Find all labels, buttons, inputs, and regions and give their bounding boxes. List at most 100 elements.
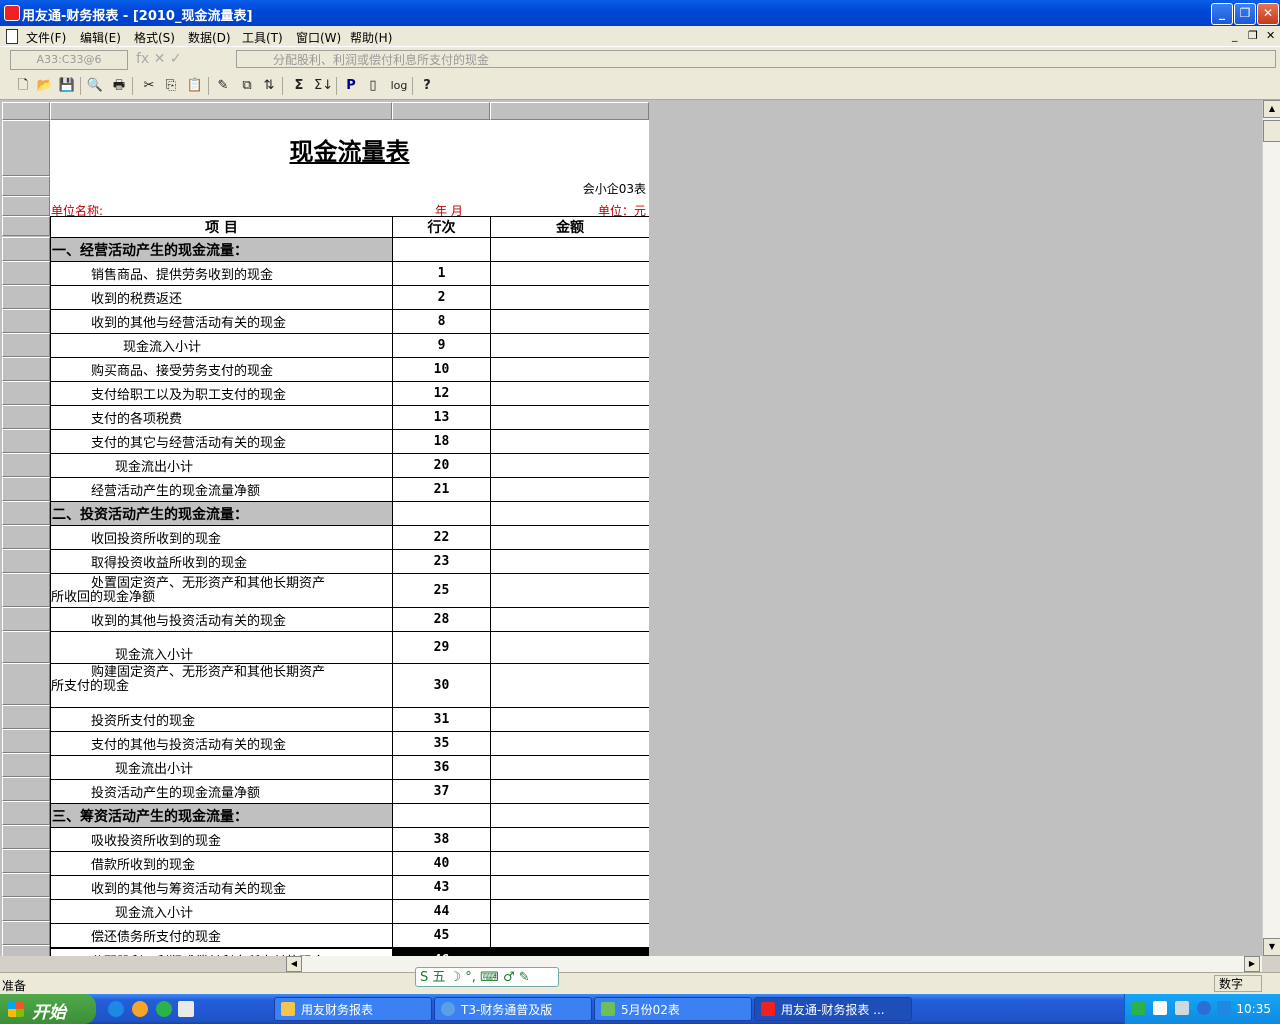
amount-cell[interactable] xyxy=(490,549,649,574)
item-cell[interactable]: 支付的其他与投资活动有关的现金 xyxy=(50,731,393,756)
table-row[interactable]: 现金流入小计 9 xyxy=(50,333,649,358)
item-cell[interactable]: 现金流出小计 xyxy=(50,453,393,478)
save-icon[interactable]: 💾 xyxy=(58,77,76,95)
row-header[interactable] xyxy=(2,753,50,777)
scroll-up-icon[interactable]: ▲ xyxy=(1263,100,1280,118)
line-number-cell[interactable]: 44 xyxy=(392,899,491,924)
help-icon[interactable]: ? xyxy=(418,77,436,95)
vertical-scrollbar[interactable]: ▲ ▼ xyxy=(1262,100,1280,956)
row-header[interactable] xyxy=(2,405,50,429)
item-cell[interactable]: 现金流出小计 xyxy=(50,755,393,780)
line-number-cell[interactable]: 23 xyxy=(392,549,491,574)
amount-cell[interactable] xyxy=(490,333,649,358)
item-cell[interactable]: 收到的其他与经营活动有关的现金 xyxy=(50,309,393,334)
print-icon[interactable]: 🖶 xyxy=(110,77,128,95)
table-row[interactable]: 投资活动产生的现金流量净额 37 xyxy=(50,779,649,804)
line-number-cell[interactable]: 1 xyxy=(392,261,491,286)
line-number-cell[interactable]: 38 xyxy=(392,827,491,852)
amount-cell[interactable] xyxy=(490,237,649,262)
table-row[interactable]: 收回投资所收到的现金 22 xyxy=(50,525,649,550)
line-number-cell[interactable]: 40 xyxy=(392,851,491,876)
table-row[interactable]: 偿还债务所支付的现金 45 xyxy=(50,923,649,949)
sort-icon[interactable]: ⇅ xyxy=(260,77,278,95)
amount-cell[interactable] xyxy=(490,755,649,780)
table-row[interactable]: 取得投资收益所收到的现金 23 xyxy=(50,549,649,574)
row-header[interactable] xyxy=(2,945,50,956)
row-header[interactable] xyxy=(2,261,50,285)
item-cell[interactable]: 收到的税费返还 xyxy=(50,285,393,310)
task-button-may[interactable]: 5月份02表 xyxy=(594,997,752,1021)
insert-icon[interactable]: ⧉ xyxy=(238,77,256,95)
task-button-t3[interactable]: T3-财务通普及版 xyxy=(434,997,592,1021)
row-header[interactable] xyxy=(2,216,50,236)
table-row[interactable]: 购建固定资产、无形资产和其他长期资产 所支付的现金 30 xyxy=(50,663,649,708)
row-header[interactable] xyxy=(2,921,50,945)
table-row[interactable]: 收到的其他与筹资活动有关的现金 43 xyxy=(50,875,649,900)
mdi-minimize-button[interactable]: _ xyxy=(1232,29,1238,42)
column-header-b[interactable] xyxy=(392,102,490,120)
ie-icon[interactable] xyxy=(108,1001,124,1017)
row-header[interactable] xyxy=(2,705,50,729)
amount-cell[interactable] xyxy=(490,261,649,286)
format-painter-icon[interactable]: ✎ xyxy=(214,77,232,95)
start-button[interactable]: 开始 xyxy=(0,994,96,1024)
row-header[interactable] xyxy=(2,801,50,825)
select-all-corner[interactable] xyxy=(2,102,50,120)
column-header-a[interactable] xyxy=(50,102,392,120)
amount-cell[interactable] xyxy=(490,477,649,502)
p-icon[interactable]: P xyxy=(342,77,360,95)
menu-help[interactable]: 帮助(H) xyxy=(350,29,392,46)
line-number-cell[interactable]: 28 xyxy=(392,607,491,632)
line-number-cell[interactable]: 20 xyxy=(392,453,491,478)
row-header[interactable] xyxy=(2,477,50,501)
amount-cell[interactable] xyxy=(490,525,649,550)
scroll-down-icon[interactable]: ▼ xyxy=(1263,938,1280,956)
amount-cell[interactable] xyxy=(490,923,649,949)
formula-input[interactable]: 分配股利、利润或偿付利息所支付的现金 xyxy=(236,50,1276,68)
menu-format[interactable]: 格式(S) xyxy=(134,29,175,46)
row-header[interactable] xyxy=(2,663,50,705)
table-row[interactable]: 支付的各项税费 13 xyxy=(50,405,649,430)
app-icon[interactable] xyxy=(4,5,20,21)
item-cell[interactable]: 现金流入小计 xyxy=(50,899,393,924)
table-row[interactable]: 经营活动产生的现金流量净额 21 xyxy=(50,477,649,502)
print-preview-icon[interactable]: 🔍 xyxy=(86,77,104,95)
sheet-area[interactable]: 现金流量表 会小企03表 单位名称: 年 月 单位：元 项 目 行次 金额 一、… xyxy=(0,100,1262,956)
page-icon[interactable]: ▯ xyxy=(364,77,382,95)
table-row[interactable]: 收到的其他与投资活动有关的现金 28 xyxy=(50,607,649,632)
item-cell[interactable]: 支付给职工以及为职工支付的现金 xyxy=(50,381,393,406)
section-heading[interactable]: 三、筹资活动产生的现金流量： xyxy=(50,803,393,828)
cell-reference-box[interactable]: A33:C33@6 xyxy=(10,50,128,70)
table-row[interactable]: 借款所收到的现金 40 xyxy=(50,851,649,876)
table-row[interactable]: 收到的税费返还 2 xyxy=(50,285,649,310)
refresh-icon[interactable] xyxy=(156,1001,172,1017)
line-number-cell[interactable]: 21 xyxy=(392,477,491,502)
scroll-left-icon[interactable]: ◀ xyxy=(286,956,302,972)
amount-cell[interactable] xyxy=(490,663,649,708)
help-tray-icon[interactable] xyxy=(1153,1001,1167,1015)
row-header[interactable] xyxy=(2,237,50,261)
report-sheet[interactable]: 现金流量表 会小企03表 单位名称: 年 月 单位：元 项 目 行次 金额 一、… xyxy=(50,120,649,956)
amount-cell[interactable] xyxy=(490,731,649,756)
copy-icon[interactable]: ⎘ xyxy=(162,77,180,95)
restore-button[interactable]: ❐ xyxy=(1234,3,1256,25)
sum-down-icon[interactable]: Σ↓ xyxy=(314,77,333,95)
close-button[interactable]: ✕ xyxy=(1257,3,1279,25)
amount-cell[interactable] xyxy=(490,405,649,430)
task-button-report[interactable]: 用友财务报表 xyxy=(274,997,432,1021)
table-row[interactable]: 支付的其它与经营活动有关的现金 18 xyxy=(50,429,649,454)
amount-cell[interactable] xyxy=(490,803,649,828)
table-row[interactable]: 二、投资活动产生的现金流量： xyxy=(50,501,649,526)
item-cell[interactable]: 支付的各项税费 xyxy=(50,405,393,430)
task-button-active[interactable]: 用友通-财务报表 ... xyxy=(754,997,912,1021)
item-cell[interactable]: 处置固定资产、无形资产和其他长期资产 所收回的现金净额 xyxy=(50,573,393,608)
item-cell[interactable]: 借款所收到的现金 xyxy=(50,851,393,876)
line-number-cell[interactable]: 13 xyxy=(392,405,491,430)
item-cell[interactable]: 收回投资所收到的现金 xyxy=(50,525,393,550)
line-number-cell[interactable] xyxy=(392,237,491,262)
messenger-icon[interactable] xyxy=(132,1001,148,1017)
table-row[interactable]: 购买商品、接受劳务支付的现金 10 xyxy=(50,357,649,382)
row-header[interactable] xyxy=(2,607,50,631)
mdi-close-button[interactable]: ✕ xyxy=(1266,29,1275,42)
row-header[interactable] xyxy=(2,501,50,525)
